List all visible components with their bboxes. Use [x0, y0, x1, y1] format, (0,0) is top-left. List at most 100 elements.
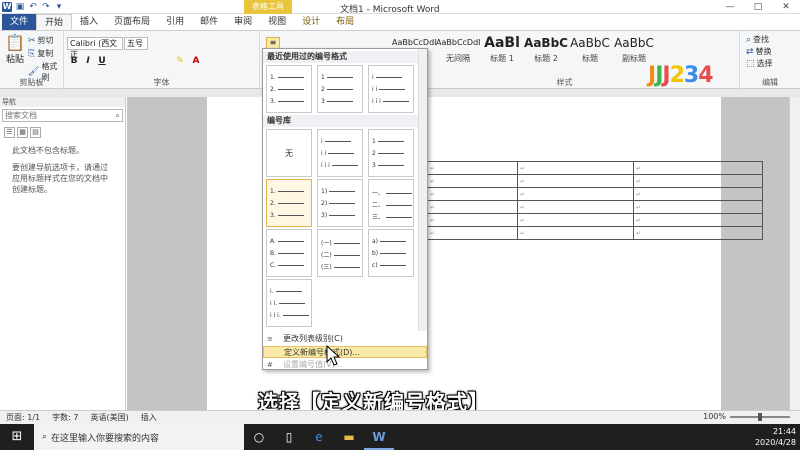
style-no-spacing[interactable]: AaBbCcDdI 无间隔 — [436, 33, 480, 71]
qat-customize-icon[interactable]: ▾ — [54, 2, 64, 12]
table-cell[interactable]: ↵ — [427, 226, 518, 240]
zoom-control[interactable]: 100% — [703, 412, 790, 421]
font-color-icon[interactable]: A — [190, 55, 202, 67]
tab-review[interactable]: 审阅 — [226, 14, 260, 30]
edge-icon[interactable]: e — [304, 424, 334, 450]
table-cell[interactable]: ↵ — [427, 187, 518, 201]
table-cell[interactable]: ↵ — [633, 174, 763, 188]
pages-view-icon[interactable]: ▦ — [17, 127, 28, 138]
document-table[interactable]: ↵ ↵ ↵ ↵ ↵ ↵ ↵ ↵ ↵ ↵ ↵ ↵ ↵ ↵ ↵ ↵ ↵ ↵ — [427, 161, 763, 240]
table-cell[interactable]: ↵ — [633, 213, 763, 227]
search-icon[interactable]: ⌕ — [116, 110, 120, 121]
numbering-line: (二) — [321, 250, 360, 259]
word-count[interactable]: 字数: 7 — [46, 412, 84, 423]
tab-home[interactable]: 开始 — [36, 14, 73, 30]
table-cell[interactable]: ↵ — [633, 187, 763, 201]
define-new-format-item[interactable]: 定义新编号格式(D)... — [263, 346, 427, 358]
redo-icon[interactable]: ↷ — [41, 2, 51, 12]
word-taskbar-icon[interactable]: W — [364, 424, 394, 450]
zoom-slider[interactable] — [730, 412, 790, 421]
table-cell[interactable]: ↵ — [633, 226, 763, 240]
change-list-level-item[interactable]: ≡ 更改列表级别(C) — [263, 333, 427, 345]
library-format-tile[interactable]: i i i i i i — [317, 129, 363, 177]
table-cell[interactable]: ↵ — [427, 161, 518, 175]
tab-references[interactable]: 引用 — [158, 14, 192, 30]
headings-view-icon[interactable]: ☰ — [4, 127, 15, 138]
table-cell[interactable]: ↵ — [517, 213, 634, 227]
zoom-level[interactable]: 100% — [703, 412, 726, 421]
cut-label: 剪切 — [37, 36, 54, 45]
library-format-tile[interactable]: 1) 2) 3) — [317, 179, 363, 227]
table-cell[interactable]: ↵ — [517, 161, 634, 175]
copy-button[interactable]: ⎘ 复制 — [28, 48, 53, 59]
table-cell[interactable]: ↵ — [427, 213, 518, 227]
library-format-tile[interactable]: 一、 二、 三、 — [368, 179, 414, 227]
underline-button[interactable]: U — [96, 55, 108, 67]
tab-file[interactable]: 文件 — [2, 14, 37, 30]
taskbar-search-input[interactable]: ⌕ 在这里输入你要搜索的内容 — [34, 424, 244, 450]
dropdown-scrollbar[interactable] — [418, 49, 427, 331]
file-explorer-icon[interactable]: ▬ — [334, 424, 364, 450]
zoom-thumb[interactable] — [758, 412, 762, 421]
table-cell[interactable]: ↵ — [633, 161, 763, 175]
clock-date: 2020/4/28 — [754, 438, 796, 447]
library-format-tile[interactable]: a) b) c) — [368, 229, 414, 277]
library-format-tile[interactable]: A. B. C. — [266, 229, 312, 277]
table-cell[interactable]: ↵ — [517, 200, 634, 214]
replace-button[interactable]: ⇄ 替换 — [746, 46, 772, 57]
recent-format-tile[interactable]: i i i i i i — [368, 65, 414, 113]
minimize-icon[interactable]: — — [716, 0, 744, 14]
cut-button[interactable]: ✂ 剪切 — [28, 35, 54, 46]
find-button[interactable]: ⌕ 查找 — [746, 34, 769, 45]
table-cell[interactable]: ↵ — [427, 200, 518, 214]
start-icon[interactable]: ⊞ — [0, 424, 34, 450]
close-icon[interactable]: ✕ — [772, 0, 800, 14]
tab-view[interactable]: 视图 — [260, 14, 294, 30]
numbering-line: a) — [372, 238, 407, 245]
tab-design[interactable]: 设计 — [294, 14, 328, 30]
system-tray[interactable]: 21:44 2020/4/28 — [755, 426, 796, 448]
table-cell[interactable]: ↵ — [517, 187, 634, 201]
library-format-tile[interactable]: 1 2 3 — [368, 129, 414, 177]
select-button[interactable]: ⬚ 选择 — [746, 58, 773, 69]
library-format-tile[interactable]: i. i i. i i i. — [266, 279, 312, 327]
numbering-none-tile[interactable]: 无 — [266, 129, 312, 177]
paste-button[interactable]: 📋 粘贴 — [4, 34, 26, 66]
tab-layout[interactable]: 布局 — [328, 14, 362, 30]
recent-format-tile[interactable]: 1 2 3 — [317, 65, 363, 113]
style-heading2[interactable]: AaBbC 标题 2 — [524, 33, 568, 71]
nav-search-input[interactable]: 搜索文档 ⌕ — [2, 109, 123, 122]
italic-button[interactable]: I — [82, 55, 94, 67]
style-preview: AaBl — [484, 35, 520, 51]
page-count[interactable]: 页面: 1/1 — [0, 412, 46, 423]
task-view-icon[interactable]: ○ — [244, 424, 274, 450]
save-icon[interactable]: ▣ — [15, 2, 25, 12]
undo-icon[interactable]: ↶ — [28, 2, 38, 12]
library-format-tile[interactable]: 1. 2. 3. — [266, 179, 312, 227]
search-icon: ⌕ — [42, 432, 48, 442]
results-view-icon[interactable]: ▤ — [30, 127, 41, 138]
style-title[interactable]: AaBbC 标题 — [568, 33, 612, 71]
bold-button[interactable]: B — [68, 55, 80, 67]
set-numbering-value-item[interactable]: # 设置编号值(V)... — [263, 359, 427, 371]
table-cell[interactable]: ↵ — [633, 200, 763, 214]
style-heading1[interactable]: AaBl 标题 1 — [480, 33, 524, 71]
highlight-icon[interactable]: ✎ — [174, 55, 186, 67]
recent-format-tile[interactable]: 1. 2. 3. — [266, 65, 312, 113]
vertical-scrollbar[interactable] — [789, 97, 800, 410]
cortana-icon[interactable]: ▯ — [274, 424, 304, 450]
library-format-tile[interactable]: (一) (二) (三) — [317, 229, 363, 277]
tab-mailings[interactable]: 邮件 — [192, 14, 226, 30]
tab-page-layout[interactable]: 页面布局 — [106, 14, 158, 30]
language[interactable]: 英语(美国) — [84, 412, 134, 423]
tab-insert[interactable]: 插入 — [72, 14, 106, 30]
table-cell[interactable]: ↵ — [517, 226, 634, 240]
font-name-combo[interactable]: Calibri (西文正 — [67, 37, 123, 59]
font-size-combo[interactable]: 五号 — [124, 37, 148, 50]
numbering-line: 2) — [321, 200, 356, 207]
table-cell[interactable]: ↵ — [427, 174, 518, 188]
insert-mode[interactable]: 插入 — [135, 412, 163, 423]
table-cell[interactable]: ↵ — [517, 174, 634, 188]
find-label: 查找 — [753, 35, 770, 44]
maximize-icon[interactable]: □ — [744, 0, 772, 14]
